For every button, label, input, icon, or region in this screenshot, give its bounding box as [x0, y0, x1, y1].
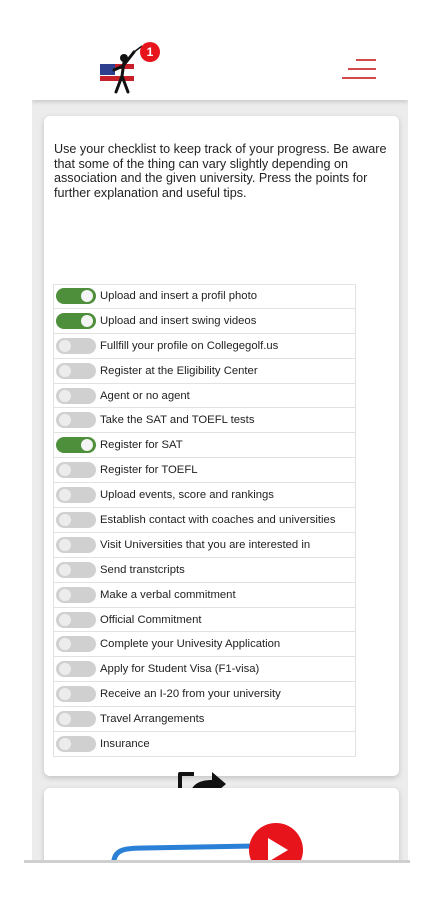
checklist-item-label: Take the SAT and TOEFL tests — [100, 414, 255, 427]
app-header: 1 — [32, 38, 408, 100]
checklist-item[interactable]: Apply for Student Visa (F1-visa) — [53, 657, 356, 683]
checklist-item-label: Register at the Eligibility Center — [100, 364, 258, 377]
toggle-switch[interactable] — [56, 487, 96, 504]
toggle-switch[interactable] — [56, 437, 96, 454]
checklist-item[interactable]: Take the SAT and TOEFL tests — [53, 408, 356, 434]
checklist-item-label: Upload events, score and rankings — [100, 489, 274, 502]
checklist-item-label: Insurance — [100, 737, 150, 750]
toggle-switch[interactable] — [56, 561, 96, 578]
checklist-item[interactable]: Receive an I-20 from your university — [53, 682, 356, 708]
checklist-item[interactable]: Visit Universities that you are interest… — [53, 532, 356, 558]
toggle-switch[interactable] — [56, 462, 96, 479]
checklist-item[interactable]: Upload and insert a profil photo — [53, 284, 356, 309]
checklist-item[interactable]: Complete your Univesity Application — [53, 632, 356, 658]
checklist-item[interactable]: Make a verbal commitment — [53, 582, 356, 608]
checklist-item[interactable]: Register at the Eligibility Center — [53, 358, 356, 384]
checklist-item-label: Send transtcripts — [100, 563, 185, 576]
checklist: Upload and insert a profil photo Upload a… — [53, 284, 356, 757]
checklist-item-label: Register for SAT — [100, 439, 183, 452]
viewport-bottom-edge — [24, 860, 410, 863]
checklist-item[interactable]: Insurance — [53, 732, 356, 757]
checklist-item[interactable]: Send transtcripts — [53, 557, 356, 583]
checklist-item[interactable]: Establish contact with coaches and unive… — [53, 508, 356, 533]
checklist-item[interactable]: Register for SAT — [53, 433, 356, 459]
checklist-item-label: Register for TOEFL — [100, 464, 198, 477]
hamburger-menu-icon[interactable] — [340, 56, 376, 82]
checklist-item[interactable]: Register for TOEFL — [53, 458, 356, 484]
toggle-switch[interactable] — [56, 337, 96, 354]
checklist-item-label: Official Commitment — [100, 613, 202, 626]
checklist-item-label: Upload and insert swing videos — [100, 314, 257, 327]
checklist-item[interactable]: Fullfill your profile on Collegegolf.us — [53, 333, 356, 359]
checklist-item-label: Agent or no agent — [100, 389, 190, 402]
notification-badge[interactable]: 1 — [140, 42, 160, 62]
toggle-switch[interactable] — [56, 362, 96, 379]
toggle-switch[interactable] — [56, 536, 96, 553]
intro-text: Use your checklist to keep track of your… — [54, 142, 387, 200]
toggle-switch[interactable] — [56, 288, 96, 305]
video-card[interactable] — [44, 788, 399, 860]
checklist-item[interactable]: Official Commitment — [53, 607, 356, 633]
video-thumbnail[interactable] — [44, 788, 399, 860]
app-viewport: 1 Use your checklist to keep track of yo… — [32, 38, 408, 860]
toggle-switch[interactable] — [56, 636, 96, 653]
toggle-switch[interactable] — [56, 661, 96, 678]
toggle-switch[interactable] — [56, 511, 96, 528]
checklist-item-label: Make a verbal commitment — [100, 588, 236, 601]
checklist-item-label: Fullfill your profile on Collegegolf.us — [100, 339, 279, 352]
play-icon — [249, 823, 303, 860]
toggle-switch[interactable] — [56, 735, 96, 752]
checklist-item[interactable]: Upload events, score and rankings — [53, 483, 356, 509]
checklist-item-label: Upload and insert a profil photo — [100, 290, 258, 303]
toggle-switch[interactable] — [56, 711, 96, 728]
checklist-item[interactable]: Travel Arrangements — [53, 707, 356, 733]
toggle-switch[interactable] — [56, 387, 96, 404]
checklist-item-label: Visit Universities that you are interest… — [100, 538, 311, 551]
toggle-switch[interactable] — [56, 611, 96, 628]
checklist-item-label: Travel Arrangements — [100, 713, 205, 726]
toggle-switch[interactable] — [56, 412, 96, 429]
toggle-switch[interactable] — [56, 586, 96, 603]
checklist-item-label: Establish contact with coaches and unive… — [100, 513, 336, 526]
toggle-switch[interactable] — [56, 312, 96, 329]
checklist-item[interactable]: Agent or no agent — [53, 383, 356, 409]
toggle-switch[interactable] — [56, 686, 96, 703]
checklist-item[interactable]: Upload and insert swing videos — [53, 308, 356, 334]
checklist-item-label: Receive an I-20 from your university — [100, 688, 281, 701]
checklist-card: Use your checklist to keep track of your… — [44, 116, 399, 808]
checklist-item-label: Apply for Student Visa (F1-visa) — [100, 663, 260, 676]
checklist-item-label: Complete your Univesity Application — [100, 638, 281, 651]
